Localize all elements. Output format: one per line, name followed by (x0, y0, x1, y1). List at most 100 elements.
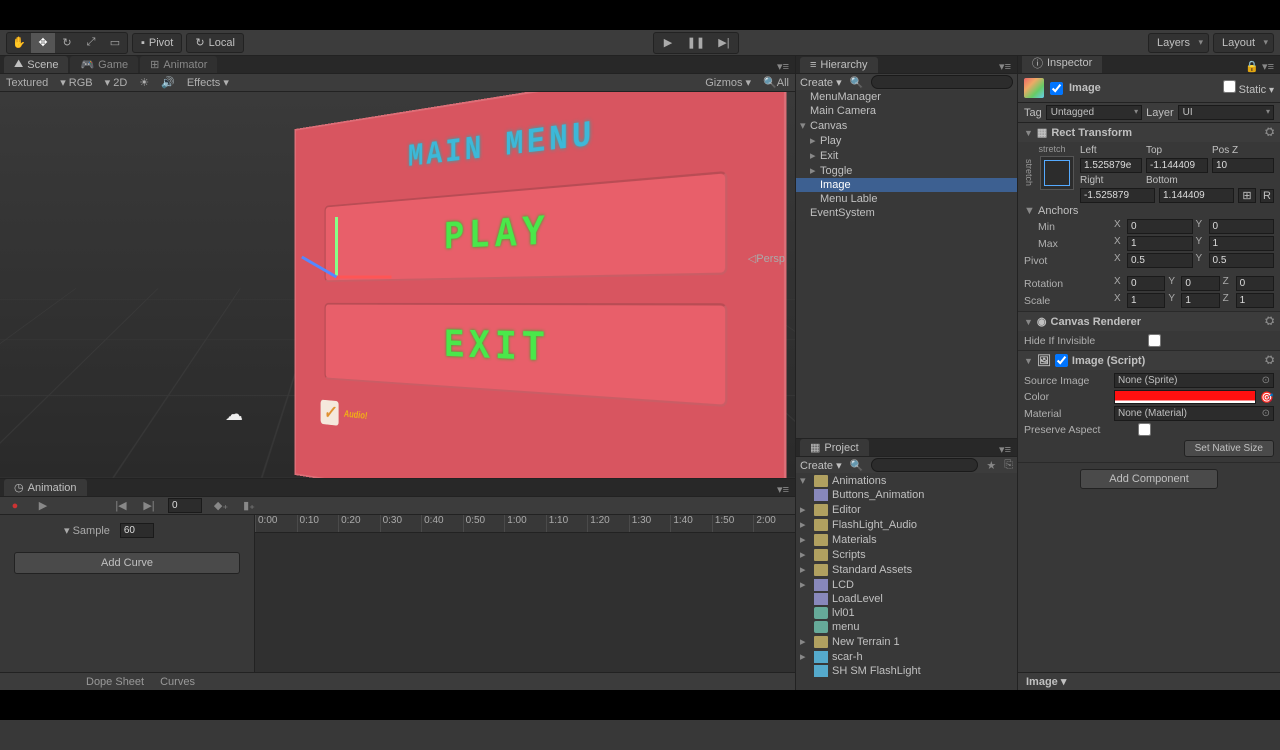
persp-label[interactable]: ◁Persp (748, 252, 785, 265)
dope-sheet-tab[interactable]: Dope Sheet (86, 676, 144, 688)
pause-button[interactable]: ❚❚ (682, 33, 710, 53)
object-name[interactable]: Image (1069, 82, 1101, 94)
project-item[interactable]: ▾Animations (796, 473, 1017, 488)
project-tree[interactable]: ▾AnimationsButtons_Animation▸Editor▸Flas… (796, 473, 1017, 690)
project-item[interactable]: ▸Materials (796, 532, 1017, 547)
add-event-button[interactable]: ▮₊ (240, 499, 258, 512)
2d-toggle[interactable]: ▾ 2D (105, 76, 128, 89)
tab-animator[interactable]: ⊞Animator (140, 56, 217, 73)
audio-icon[interactable]: 🔊 (161, 76, 175, 89)
hierarchy-create[interactable]: Create ▾ (800, 76, 842, 89)
tab-scene[interactable]: ⛰Scene (4, 56, 68, 73)
blueprint-toggle[interactable]: ⊞ (1238, 188, 1256, 203)
anim-play-button[interactable]: ▶ (34, 499, 52, 512)
layout-dropdown[interactable]: Layout (1213, 33, 1274, 53)
pivot-toggle[interactable]: ▪Pivot (132, 33, 182, 53)
next-key-button[interactable]: ▶| (140, 499, 158, 512)
hierarchy-item[interactable]: ▸Toggle (796, 163, 1017, 178)
gizmos-dropdown[interactable]: Gizmos ▾ (705, 76, 751, 89)
image-component-header[interactable]: ▼🖼 Image (Script) ⛭ (1018, 351, 1280, 370)
hierarchy-item[interactable]: Main Camera (796, 104, 1017, 118)
hierarchy-item[interactable]: ▸Exit (796, 148, 1017, 163)
step-button[interactable]: ▶| (710, 33, 738, 53)
tab-menu-icon[interactable]: ▾≡ (993, 443, 1017, 456)
gear-icon[interactable]: ⛭ (1265, 315, 1274, 328)
color-field[interactable] (1114, 390, 1256, 404)
tab-project[interactable]: ▦Project (800, 439, 869, 456)
play-button[interactable]: ▶ (654, 33, 682, 53)
hierarchy-item[interactable]: Image (796, 178, 1017, 192)
tab-menu-icon[interactable]: 🔒 ▾≡ (1239, 60, 1280, 73)
filter-icon[interactable]: ⎘ (1004, 459, 1013, 472)
tab-animation[interactable]: ◷Animation (4, 479, 87, 496)
hierarchy-search[interactable] (871, 75, 1013, 89)
hierarchy-item[interactable]: Menu Lable (796, 192, 1017, 206)
image-enabled-checkbox[interactable] (1055, 354, 1068, 367)
hierarchy-item[interactable]: MenuManager (796, 90, 1017, 104)
project-item[interactable]: menu (796, 620, 1017, 634)
render-mode[interactable]: ▾ RGB (60, 76, 92, 89)
bottom-field[interactable]: 1.144409 (1159, 188, 1234, 203)
add-component-button[interactable]: Add Component (1080, 469, 1218, 489)
hierarchy-tree[interactable]: MenuManagerMain Camera▾Canvas▸Play▸Exit▸… (796, 90, 1017, 438)
hierarchy-item[interactable]: ▸Play (796, 133, 1017, 148)
project-item[interactable]: ▸LCD (796, 577, 1017, 592)
hand-tool[interactable]: ✋ (7, 33, 31, 53)
project-item[interactable]: ▸New Terrain 1 (796, 634, 1017, 649)
project-item[interactable]: SH SM FlashLight (796, 664, 1017, 678)
left-field[interactable]: 1.525879e (1080, 158, 1142, 173)
canvas-renderer-header[interactable]: ▼◉ Canvas Renderer ⛭ (1018, 312, 1280, 331)
filter-icon[interactable]: ★ (986, 459, 996, 472)
scene-viewport[interactable]: MAIN MENU PLAY EXIT ✓ Audio! ◁Persp ☁ (0, 92, 795, 478)
record-button[interactable]: ● (6, 500, 24, 512)
move-tool[interactable]: ✥ (31, 33, 55, 53)
posz-field[interactable]: 10 (1212, 158, 1274, 173)
active-checkbox[interactable] (1050, 82, 1063, 95)
anchor-preset[interactable] (1040, 156, 1074, 190)
layers-dropdown[interactable]: Layers (1148, 33, 1209, 53)
tab-menu-icon[interactable]: ▾≡ (771, 483, 795, 496)
project-item[interactable]: ▸Editor (796, 502, 1017, 517)
project-item[interactable]: ▸FlashLight_Audio (796, 517, 1017, 532)
add-curve-button[interactable]: Add Curve (14, 552, 240, 574)
shading-mode[interactable]: Textured (6, 77, 48, 89)
raw-toggle[interactable]: R (1260, 189, 1274, 203)
prev-key-button[interactable]: |◀ (112, 499, 130, 512)
rect-tool[interactable]: ▭ (103, 33, 127, 53)
light-icon[interactable]: ☀ (139, 76, 149, 89)
sample-field[interactable]: 60 (120, 523, 154, 538)
project-item[interactable]: ▸scar-h (796, 649, 1017, 664)
hierarchy-item[interactable]: EventSystem (796, 206, 1017, 220)
local-toggle[interactable]: ↻Local (186, 33, 244, 53)
add-key-button[interactable]: ◆₊ (212, 499, 230, 512)
rotate-tool[interactable]: ↻ (55, 33, 79, 53)
scale-tool[interactable]: ⤢ (79, 33, 103, 53)
gear-icon[interactable]: ⛭ (1265, 126, 1274, 139)
rect-transform-header[interactable]: ▼▦ Rect Transform ⛭ (1018, 123, 1280, 142)
frame-field[interactable]: 0 (168, 498, 202, 513)
project-item[interactable]: lvl01 (796, 606, 1017, 620)
top-field[interactable]: -1.144409 (1146, 158, 1208, 173)
curves-tab[interactable]: Curves (160, 676, 195, 688)
tab-menu-icon[interactable]: ▾≡ (993, 60, 1017, 73)
preserve-aspect-checkbox[interactable] (1138, 423, 1151, 436)
static-checkbox[interactable] (1223, 80, 1236, 93)
search-all[interactable]: 🔍All (763, 76, 789, 89)
project-item[interactable]: Buttons_Animation (796, 488, 1017, 502)
gear-icon[interactable]: ⛭ (1265, 354, 1274, 367)
project-create[interactable]: Create ▾ (800, 459, 842, 472)
hide-if-invisible-checkbox[interactable] (1148, 334, 1161, 347)
layer-dropdown[interactable]: UI (1178, 105, 1274, 120)
tag-dropdown[interactable]: Untagged (1046, 105, 1142, 120)
tab-menu-icon[interactable]: ▾≡ (771, 60, 795, 73)
material-field[interactable]: None (Material) (1114, 406, 1274, 421)
animation-timeline[interactable]: 0:000:100:200:300:400:501:001:101:201:30… (255, 515, 795, 672)
source-image-field[interactable]: None (Sprite) (1114, 373, 1274, 388)
tab-inspector[interactable]: ⓘInspector (1022, 56, 1102, 73)
set-native-size-button[interactable]: Set Native Size (1184, 440, 1274, 457)
project-item[interactable]: LoadLevel (796, 592, 1017, 606)
project-search[interactable] (871, 458, 978, 472)
project-item[interactable]: ▸Standard Assets (796, 562, 1017, 577)
effects-dropdown[interactable]: Effects ▾ (187, 76, 229, 89)
project-item[interactable]: ▸Scripts (796, 547, 1017, 562)
